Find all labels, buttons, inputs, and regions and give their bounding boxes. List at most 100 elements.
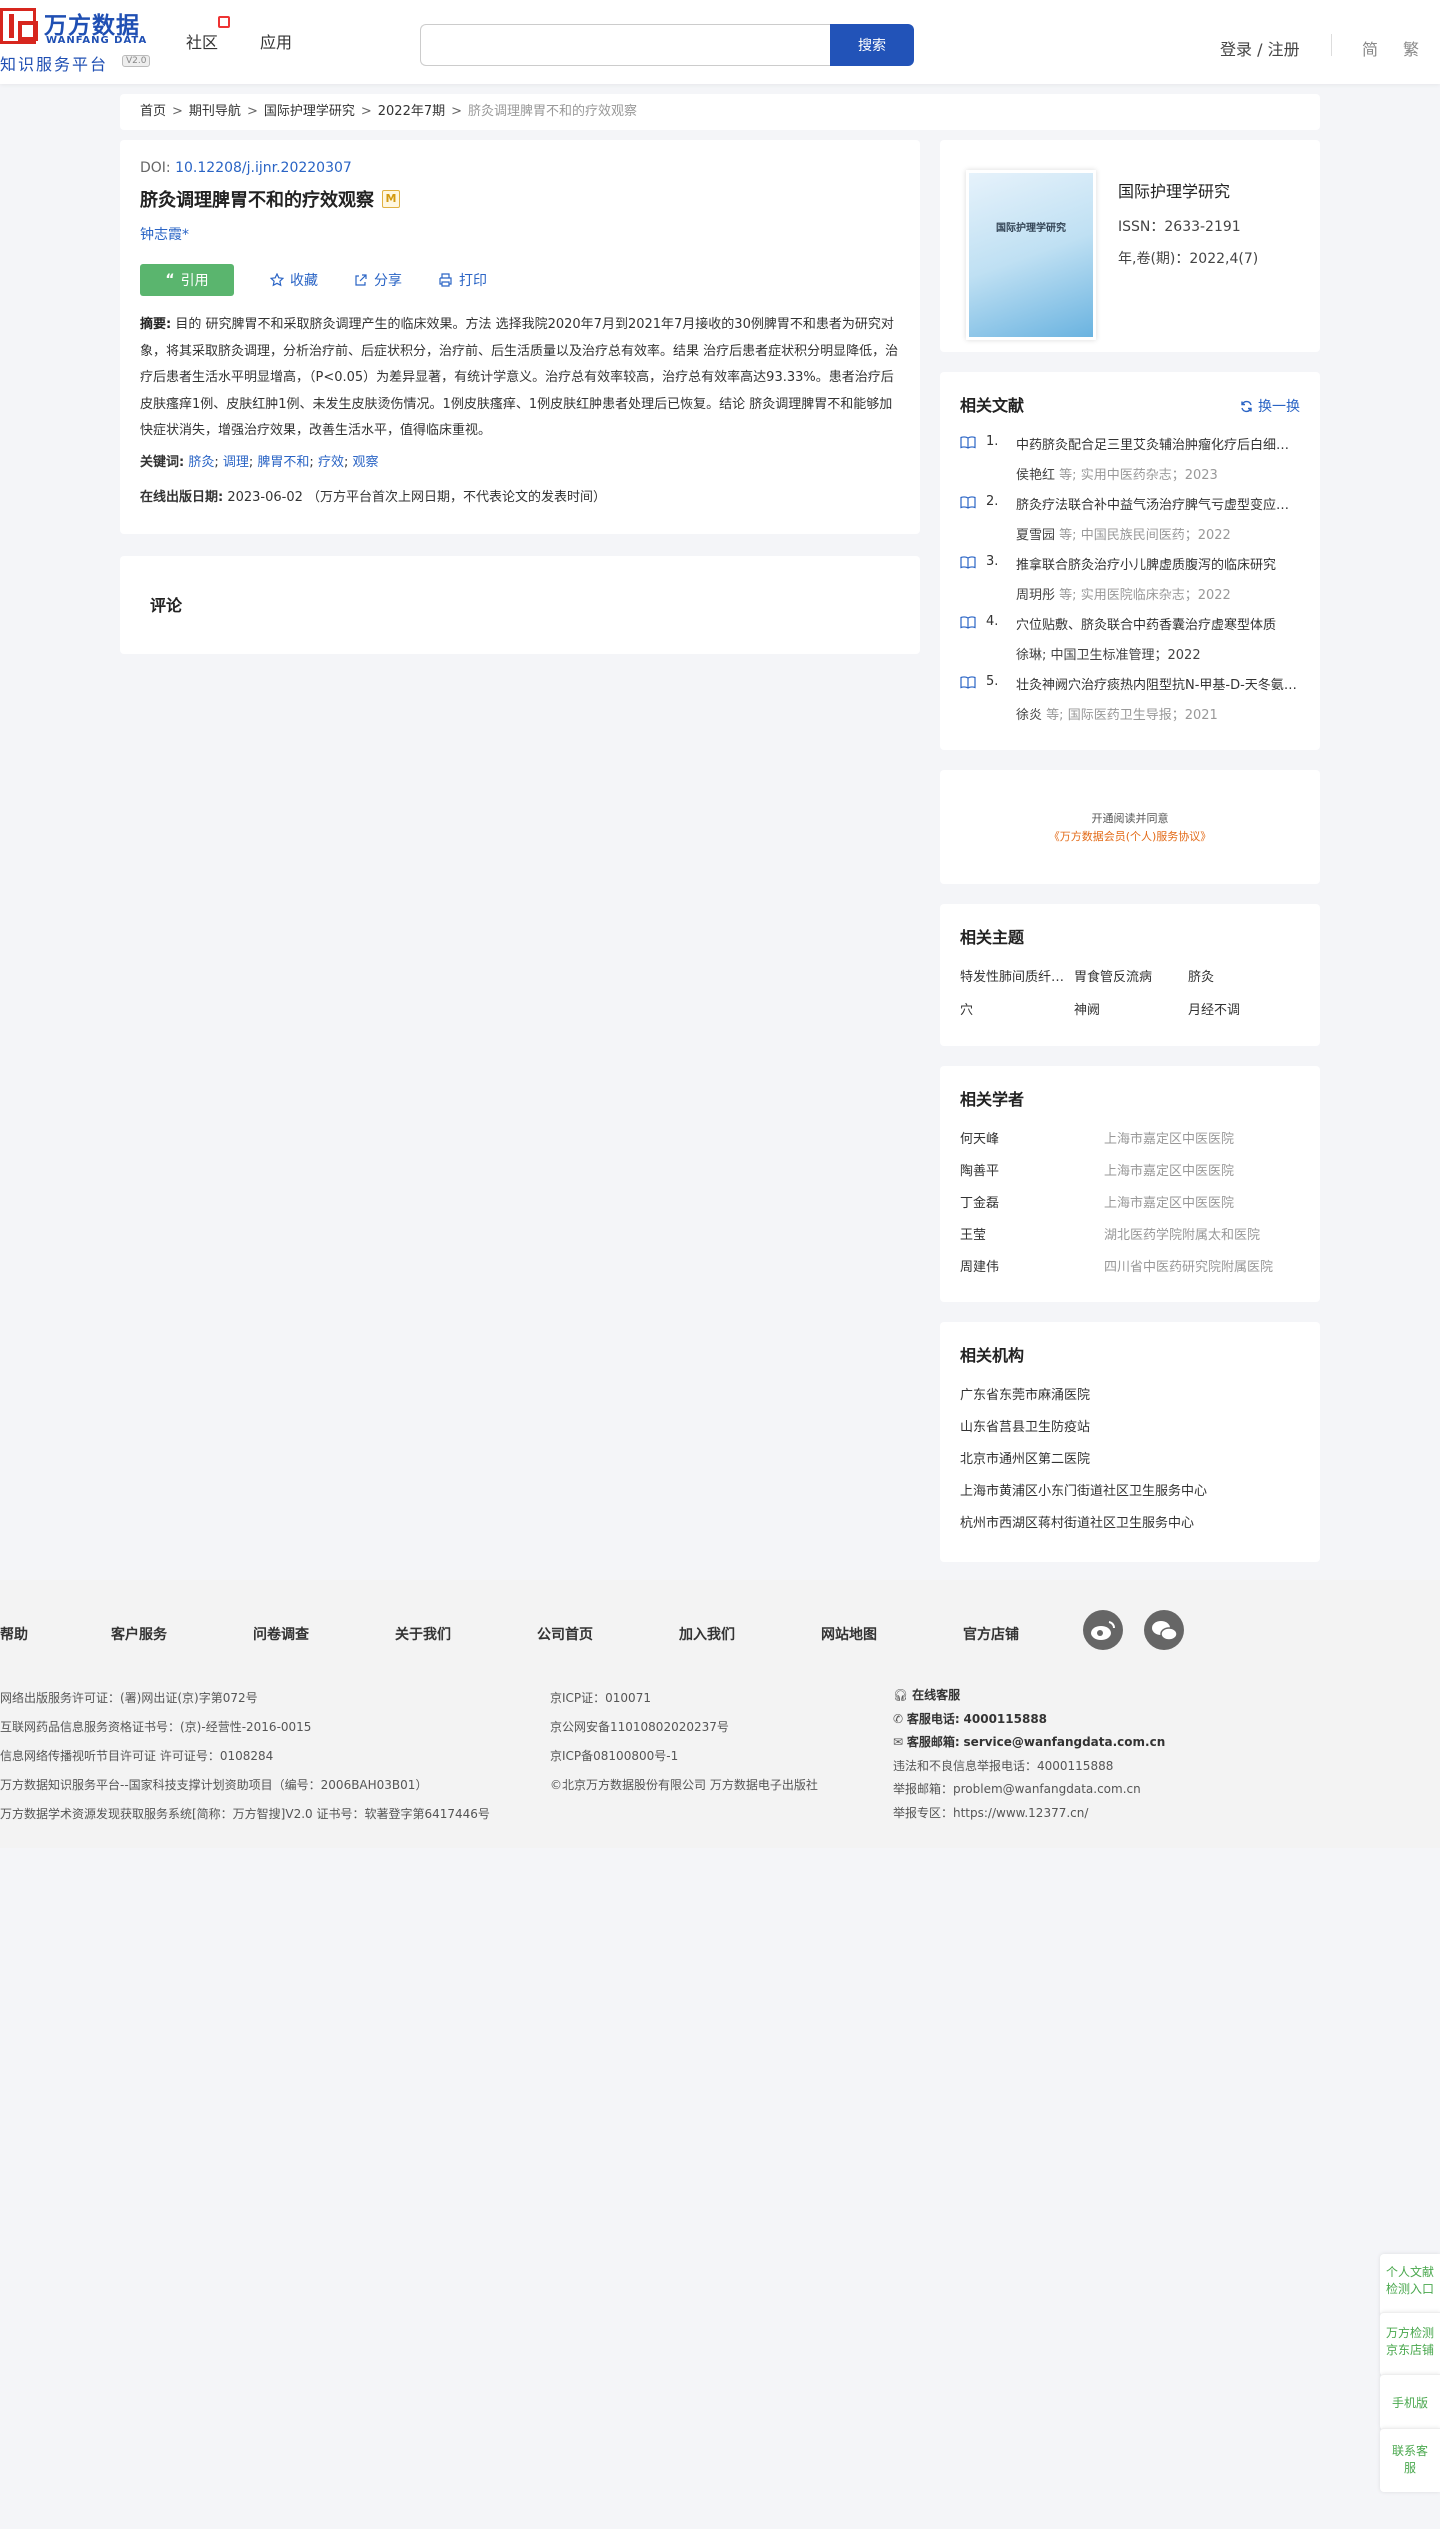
footer-license-line: 网络出版服务许可证：(署)网出证(京)字第072号 <box>0 1691 258 1705</box>
journal-card: 国际护理学研究 国际护理学研究 ISSN：2633-2191 年,卷(期)：20… <box>940 140 1320 352</box>
lang-traditional[interactable]: 繁 <box>1403 36 1419 60</box>
related-doc-title[interactable]: 中药脐灸配合足三里艾灸辅治肿瘤化疗后白细胞减少症 <box>1016 434 1300 453</box>
keyword-link[interactable]: 疗效 <box>318 455 344 470</box>
cite-button[interactable]: “引用 <box>140 264 234 296</box>
scholar-name[interactable]: 丁金磊 <box>960 1192 1104 1224</box>
login-register-link[interactable]: 登录 / 注册 <box>1220 36 1300 60</box>
footer-icp-list: 京ICP证：010071 京公网安备11010802020237号 京ICP备081… <box>550 1684 818 1800</box>
wanfang-logo[interactable]: 万方数据 WANFANG DATA 知识服务平台 V2.0 <box>0 6 160 74</box>
journal-name[interactable]: 国际护理学研究 <box>1118 178 1230 202</box>
doi-link[interactable]: 10.12208/j.ijnr.20220307 <box>175 160 352 176</box>
side-mobile[interactable]: 手机版 <box>1380 2374 1440 2430</box>
related-doc-item[interactable]: 2. 脐灸疗法联合补中益气汤治疗脾气亏虚型变应性鼻炎 夏雪园 等; 中国民族民间医药… <box>960 494 1300 554</box>
related-doc-title[interactable]: 壮灸神阙穴治疗痰热内阻型抗N-甲基-D-天冬氨酸受体脑炎 <box>1016 674 1300 693</box>
online-pub-date: 在线出版日期: 2023-06-02 （万方平台首次上网日期，不代表论文的发表时… <box>140 489 607 505</box>
scholar-row: 陶善平 上海市嘉定区中医医院 <box>960 1160 1300 1192</box>
share-button[interactable]: 分享 <box>354 270 402 290</box>
scholar-name[interactable]: 陶善平 <box>960 1160 1104 1192</box>
org-link[interactable]: 杭州市西湖区蒋村街道社区卫生服务中心 <box>960 1512 1300 1544</box>
keyword-link[interactable]: 观察 <box>352 455 378 470</box>
scholar-name[interactable]: 王莹 <box>960 1224 1104 1256</box>
footer-survey[interactable]: 问卷调查 <box>253 1624 309 1644</box>
org-link[interactable]: 北京市通州区第二医院 <box>960 1448 1300 1480</box>
scholar-org[interactable]: 湖北医药学院附属太和医院 <box>1104 1224 1260 1256</box>
related-doc-meta: 周玥彤 等; 实用医院临床杂志；2022 <box>1016 588 1231 603</box>
footer-icp-line: 京公网安备11010802020237号 <box>550 1720 729 1734</box>
scholar-org[interactable]: 上海市嘉定区中医医院 <box>1104 1160 1234 1192</box>
nav-apps[interactable]: 应用 <box>260 29 292 53</box>
scholar-org[interactable]: 上海市嘉定区中医医院 <box>1104 1192 1234 1224</box>
community-notification-icon <box>218 16 230 28</box>
footer-contact: 🎧︎ 在线客服 ✆ 客服电话: 4000115888 ✉ 客服邮箱: servi… <box>893 1684 1165 1825</box>
breadcrumb-home[interactable]: 首页 <box>140 104 166 119</box>
scholar-org[interactable]: 四川省中医药研究院附属医院 <box>1104 1256 1273 1288</box>
related-doc-title[interactable]: 穴位贴敷、脐灸联合中药香囊治疗虚寒型体质 <box>1016 614 1300 633</box>
scholar-name[interactable]: 周建伟 <box>960 1256 1104 1288</box>
favorite-button[interactable]: 收藏 <box>270 270 318 290</box>
related-doc-title[interactable]: 推拿联合脐灸治疗小儿脾虚质腹泻的临床研究 <box>1016 554 1300 573</box>
book-icon <box>960 676 976 689</box>
phone-icon: ✆ <box>893 1711 904 1726</box>
related-doc-item[interactable]: 3. 推拿联合脐灸治疗小儿脾虚质腹泻的临床研究 周玥彤 等; 实用医院临床杂志；20… <box>960 554 1300 614</box>
weibo-icon[interactable] <box>1083 1610 1123 1650</box>
article-card: DOI: 10.12208/j.ijnr.20220307 脐灸调理脾胃不和的疗… <box>120 140 920 534</box>
search-button[interactable]: 搜索 <box>830 24 914 66</box>
footer-help[interactable]: 帮助 <box>0 1624 28 1644</box>
book-icon <box>960 556 976 569</box>
footer-icp-line: 京ICP证：010071 <box>550 1691 651 1705</box>
author-link[interactable]: 钟志霞* <box>140 224 900 244</box>
logo-text-en: WANFANG DATA <box>46 35 148 46</box>
related-doc-item[interactable]: 5. 壮灸神阙穴治疗痰热内阻型抗N-甲基-D-天冬氨酸受体脑炎徐炎 等; 国际医药… <box>960 674 1300 734</box>
related-doc-number: 1. <box>986 434 999 449</box>
side-jd-store[interactable]: 万方检测京东店铺 <box>1380 2312 1440 2376</box>
footer-company-home[interactable]: 公司首页 <box>537 1624 593 1644</box>
footer: 帮助 客户服务 问卷调查 关于我们 公司首页 加入我们 网站地图 官方店铺 网络… <box>0 1580 1440 1848</box>
related-doc-meta: 徐炎 等; 国际医药卫生导报；2021 <box>1016 708 1218 723</box>
related-doc-item[interactable]: 1. 中药脐灸配合足三里艾灸辅治肿瘤化疗后白细胞减少症 侯艳红 等; 实用中医药杂志… <box>960 434 1300 494</box>
breadcrumb-journal[interactable]: 国际护理学研究 <box>264 104 355 119</box>
scholar-name[interactable]: 何天峰 <box>960 1128 1104 1160</box>
lang-simplified[interactable]: 简 <box>1362 36 1378 60</box>
footer-sitemap[interactable]: 网站地图 <box>821 1624 877 1644</box>
breadcrumb-journal-nav[interactable]: 期刊导航 <box>189 104 241 119</box>
topic-link[interactable]: 月经不调 <box>1188 999 1302 1018</box>
journal-cover[interactable]: 国际护理学研究 <box>966 170 1096 340</box>
report-site-link[interactable]: 举报专区：https://www.12377.cn/ <box>893 1802 1165 1826</box>
topic-link[interactable]: 脐灸 <box>1188 966 1302 985</box>
nav-community[interactable]: 社区 <box>186 29 218 53</box>
topic-link[interactable]: 特发性肺间质纤维化 <box>960 966 1074 985</box>
keyword-link[interactable]: 调理 <box>223 455 249 470</box>
org-link[interactable]: 山东省莒县卫生防疫站 <box>960 1416 1300 1448</box>
footer-license-line: 万方数据知识服务平台--国家科技支撑计划资助项目（编号：2006BAH03B01… <box>0 1778 428 1792</box>
service-phone: ✆ 客服电话: 4000115888 <box>893 1711 1048 1726</box>
service-agreement-link[interactable]: 《万方数据会员(个人)服务协议》 <box>940 828 1320 846</box>
quote-icon: “ <box>165 272 175 288</box>
search-input[interactable] <box>420 24 830 66</box>
keyword-link[interactable]: 脐灸 <box>188 455 214 470</box>
online-service-link[interactable]: 🎧︎ 在线客服 <box>893 1684 1165 1708</box>
print-button[interactable]: 打印 <box>438 270 487 290</box>
topic-link[interactable]: 胃食管反流病 <box>1074 966 1188 985</box>
orgs-list: 广东省东莞市麻涌医院 山东省莒县卫生防疫站 北京市通州区第二医院 上海市黄浦区小东门街… <box>960 1384 1300 1544</box>
related-doc-title[interactable]: 脐灸疗法联合补中益气汤治疗脾气亏虚型变应性鼻炎 <box>1016 494 1300 513</box>
keyword-link[interactable]: 脾胃不和 <box>257 455 309 470</box>
footer-license-line: 互联网药品信息服务资格证书号：(京)-经营性-2016-0015 <box>0 1720 312 1734</box>
scholar-org[interactable]: 上海市嘉定区中医医院 <box>1104 1128 1234 1160</box>
related-doc-item[interactable]: 4. 穴位贴敷、脐灸联合中药香囊治疗虚寒型体质 徐琳; 中国卫生标准管理；2022 <box>960 614 1300 674</box>
org-link[interactable]: 上海市黄浦区小东门街道社区卫生服务中心 <box>960 1480 1300 1512</box>
footer-customer-service[interactable]: 客户服务 <box>111 1624 167 1644</box>
side-contact[interactable]: 联系客服 <box>1380 2428 1440 2492</box>
org-link[interactable]: 广东省东莞市麻涌医院 <box>960 1384 1300 1416</box>
footer-official-store[interactable]: 官方店铺 <box>963 1624 1019 1644</box>
topic-link[interactable]: 穴 <box>960 999 1074 1018</box>
related-doc-number: 2. <box>986 494 999 509</box>
topic-link[interactable]: 神阙 <box>1074 999 1188 1018</box>
wechat-icon[interactable] <box>1144 1610 1184 1650</box>
breadcrumb-issue[interactable]: 2022年7期 <box>378 104 445 119</box>
article-actions: “引用 收藏 分享 打印 <box>140 264 900 296</box>
wanfang-logo-icon <box>0 8 38 44</box>
side-doc-check[interactable]: 个人文献检测入口 <box>1380 2254 1440 2316</box>
refresh-button[interactable]: 换一换 <box>1240 396 1300 416</box>
footer-about[interactable]: 关于我们 <box>395 1624 451 1644</box>
footer-join-us[interactable]: 加入我们 <box>679 1624 735 1644</box>
